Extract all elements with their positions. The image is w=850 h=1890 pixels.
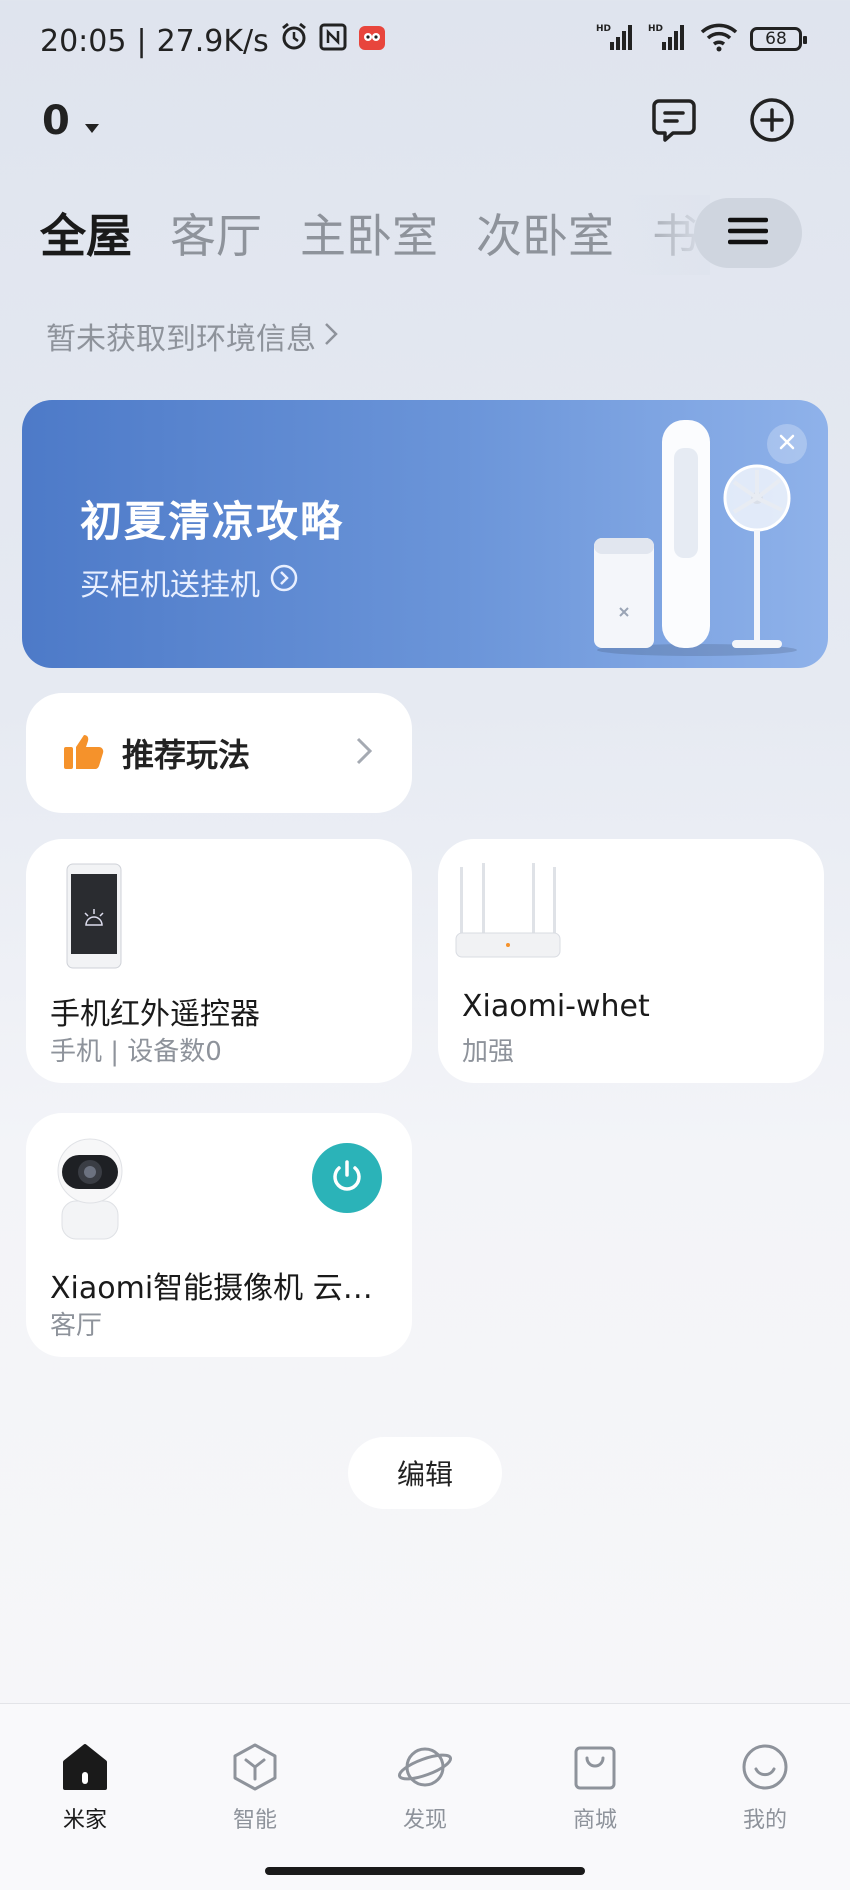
camera-icon: [54, 1135, 126, 1245]
planet-icon: [397, 1742, 453, 1796]
banner-close-button[interactable]: [767, 424, 807, 464]
signal-icon: HD: [596, 22, 636, 56]
signal-icon-2: HD: [648, 22, 688, 56]
nav-label: 我的: [742, 1808, 787, 1833]
add-icon: [749, 97, 795, 147]
message-icon: [651, 97, 697, 147]
nav-label: 商城: [572, 1808, 617, 1833]
home-icon: [60, 1742, 110, 1796]
router-icon: [452, 863, 564, 969]
thumbs-up-icon: [62, 731, 106, 775]
status-bar-right: HD HD 68: [596, 22, 807, 56]
battery-icon: 68: [750, 27, 807, 51]
battery-level: 68: [765, 29, 787, 49]
device-name: Xiaomi智能摄像机 云…: [50, 1271, 373, 1306]
tab-whole-house[interactable]: 全屋: [40, 200, 132, 266]
nav-label: 智能: [232, 1808, 277, 1833]
nav-home[interactable]: 米家: [25, 1742, 145, 1834]
status-bar-left: 20:05 | 27.9K/s: [40, 22, 387, 60]
banner-title: 初夏清凉攻略: [80, 497, 345, 546]
shopping-bag-icon: [570, 1742, 620, 1796]
caret-down-icon: [84, 98, 100, 144]
menu-icon: [727, 216, 769, 250]
bottom-nav: 米家 智能 发现 商城 我的: [0, 1703, 850, 1890]
home-name: 0: [42, 98, 70, 144]
chevron-right-icon: [324, 319, 338, 354]
tab-master-bedroom[interactable]: 主卧室: [300, 200, 438, 266]
network-speed: 27.9K/s: [156, 23, 269, 59]
tab-living-room[interactable]: 客厅: [170, 200, 262, 266]
device-subtitle: 客厅: [50, 1311, 103, 1341]
recommend-card[interactable]: 推荐玩法: [26, 693, 412, 813]
environment-info[interactable]: 暂未获取到环境信息: [46, 314, 338, 358]
power-button[interactable]: [312, 1143, 382, 1213]
promo-banner[interactable]: 初夏清凉攻略 买柜机送挂机: [22, 400, 828, 668]
device-card-camera[interactable]: Xiaomi智能摄像机 云… 客厅: [26, 1113, 412, 1357]
edit-button[interactable]: 编辑: [348, 1437, 502, 1509]
status-separator: |: [136, 23, 147, 59]
device-card-ir-remote[interactable]: 手机红外遥控器 手机 | 设备数0: [26, 839, 412, 1083]
home-selector[interactable]: 0: [42, 98, 100, 144]
nav-smart[interactable]: 智能: [195, 1742, 315, 1834]
add-button[interactable]: [742, 92, 802, 152]
device-name: 手机红外遥控器: [50, 997, 260, 1032]
room-menu-button[interactable]: [694, 198, 802, 268]
environment-info-text: 暂未获取到环境信息: [46, 322, 316, 357]
smile-icon: [740, 1742, 790, 1796]
device-name: Xiaomi-whet: [462, 989, 650, 1024]
smart-cube-icon: [230, 1742, 280, 1796]
nav-discover[interactable]: 发现: [365, 1742, 485, 1834]
device-card-router[interactable]: Xiaomi-whet 加强: [438, 839, 824, 1083]
banner-subtitle: 买柜机送挂机: [80, 560, 298, 604]
wifi-icon: [700, 22, 738, 56]
home-indicator[interactable]: [265, 1867, 585, 1875]
message-button[interactable]: [644, 92, 704, 152]
close-icon: [779, 434, 795, 454]
nav-store[interactable]: 商城: [535, 1742, 655, 1834]
app-notification-icon: [357, 22, 387, 60]
status-time: 20:05: [40, 23, 127, 59]
device-subtitle: 手机 | 设备数0: [50, 1037, 222, 1067]
room-tabs: 全屋 客厅 主卧室 次卧室 书: [40, 200, 700, 266]
tab-second-bedroom[interactable]: 次卧室: [476, 200, 614, 266]
circle-arrow-icon: [270, 564, 298, 600]
device-subtitle: 加强: [462, 1037, 515, 1067]
alarm-icon: [279, 22, 309, 60]
banner-subtitle-text: 买柜机送挂机: [80, 568, 260, 603]
signal-1-label: HD: [596, 24, 611, 34]
nav-label: 米家: [62, 1808, 107, 1833]
nfc-icon: [319, 23, 347, 59]
signal-2-label: HD: [648, 24, 663, 34]
nav-label: 发现: [402, 1808, 447, 1833]
nav-profile[interactable]: 我的: [705, 1742, 825, 1834]
phone-remote-icon: [66, 863, 122, 973]
recommend-label: 推荐玩法: [122, 736, 251, 774]
power-icon: [329, 1158, 365, 1198]
chevron-right-icon: [356, 737, 373, 769]
